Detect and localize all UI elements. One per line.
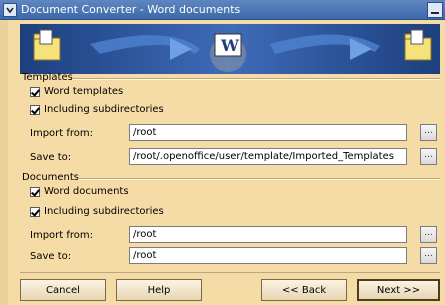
svg-text:W: W bbox=[220, 36, 240, 55]
templates-import-label: Import from: bbox=[30, 128, 94, 139]
templates-subdirs-checkbox[interactable]: Including subdirectories bbox=[30, 104, 164, 115]
window-menu-icon[interactable] bbox=[3, 2, 17, 17]
documents-import-label: Import from: bbox=[30, 230, 94, 241]
word-templates-label: Word templates bbox=[44, 86, 124, 97]
checkbox-box[interactable] bbox=[30, 206, 40, 217]
word-documents-checkbox[interactable]: Word documents bbox=[30, 186, 129, 197]
window-title: Document Converter - Word documents bbox=[21, 3, 241, 16]
templates-import-browse-button[interactable]: ... bbox=[420, 124, 437, 141]
word-document-icon: W bbox=[210, 33, 246, 72]
documents-group-label: Documents bbox=[22, 172, 80, 183]
templates-save-field[interactable]: /root/.openoffice/user/template/Imported… bbox=[129, 148, 407, 165]
documents-subdirs-label: Including subdirectories bbox=[44, 206, 164, 217]
folder-icon-left bbox=[33, 29, 61, 61]
documents-divider bbox=[78, 178, 440, 180]
minimize-button[interactable] bbox=[427, 1, 443, 18]
dialog-window: Document Converter - Word documents W Te… bbox=[0, 0, 445, 305]
documents-save-field[interactable]: /root bbox=[129, 247, 407, 264]
documents-import-browse-button[interactable]: ... bbox=[420, 226, 437, 243]
documents-save-browse-button[interactable]: ... bbox=[420, 247, 437, 264]
templates-save-label: Save to: bbox=[30, 152, 72, 163]
wizard-banner: W bbox=[20, 24, 440, 74]
documents-subdirs-checkbox[interactable]: Including subdirectories bbox=[30, 206, 164, 217]
templates-divider bbox=[72, 78, 440, 80]
documents-import-field[interactable]: /root bbox=[129, 226, 407, 243]
checkbox-box[interactable] bbox=[30, 86, 40, 97]
back-button[interactable]: << Back bbox=[261, 279, 347, 301]
templates-group-label: Templates bbox=[22, 72, 73, 83]
documents-save-label: Save to: bbox=[30, 251, 72, 262]
folder-icon-right bbox=[404, 29, 432, 61]
next-button[interactable]: Next >> bbox=[357, 279, 440, 301]
title-bar[interactable]: Document Converter - Word documents bbox=[0, 0, 445, 20]
word-documents-label: Word documents bbox=[44, 186, 129, 197]
templates-import-field[interactable]: /root bbox=[129, 124, 407, 141]
checkbox-box[interactable] bbox=[30, 186, 40, 197]
left-edge-bar bbox=[0, 20, 8, 305]
help-button[interactable]: Help bbox=[116, 279, 202, 301]
checkbox-box[interactable] bbox=[30, 104, 40, 115]
templates-save-browse-button[interactable]: ... bbox=[420, 148, 437, 165]
cancel-button[interactable]: Cancel bbox=[20, 279, 106, 301]
button-divider bbox=[20, 272, 440, 273]
templates-subdirs-label: Including subdirectories bbox=[44, 104, 164, 115]
word-templates-checkbox[interactable]: Word templates bbox=[30, 86, 123, 97]
